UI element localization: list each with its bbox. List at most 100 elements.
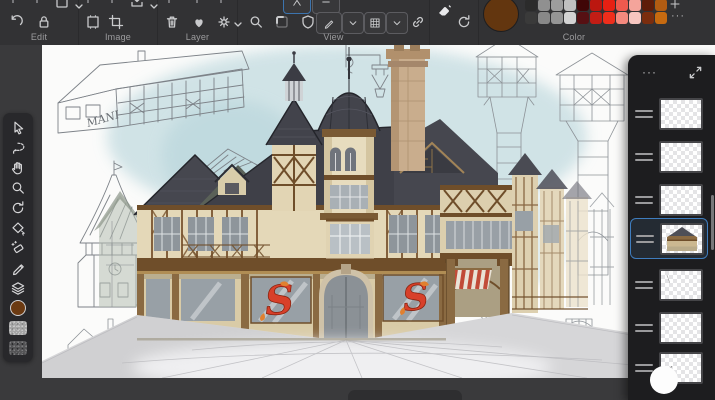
clipped-plus-icon xyxy=(667,0,680,12)
white-color-circle[interactable] xyxy=(650,366,678,394)
mask-icon[interactable] xyxy=(191,14,207,30)
export-icon[interactable] xyxy=(129,0,145,9)
document-frame-icon[interactable] xyxy=(85,14,101,30)
chevron-down-icon[interactable] xyxy=(342,12,364,34)
rotate-tool[interactable] xyxy=(7,198,29,218)
layer-row[interactable] xyxy=(630,180,708,221)
layers-panel-header: ··· xyxy=(628,59,715,89)
color-swatch[interactable] xyxy=(538,0,550,11)
undo-icon[interactable] xyxy=(8,14,24,30)
layer-drag-handle[interactable] xyxy=(635,196,653,208)
chevron-down-icon[interactable] xyxy=(386,12,408,34)
color-swatch[interactable] xyxy=(642,0,654,11)
canvas-artwork: MANI S S xyxy=(42,45,715,378)
color-swatch[interactable] xyxy=(551,12,563,24)
color-swatch[interactable] xyxy=(655,0,667,11)
layer-drag-handle[interactable] xyxy=(635,324,653,336)
layer-drag-handle[interactable] xyxy=(635,281,653,293)
link-icon[interactable] xyxy=(410,14,426,30)
layers-panel: ··· xyxy=(628,55,715,400)
layer-thumbnail[interactable] xyxy=(659,312,703,344)
color-swatch[interactable] xyxy=(7,298,29,318)
color-swatch[interactable] xyxy=(590,12,602,24)
texture-dark-icon xyxy=(9,341,27,355)
lock-icon[interactable] xyxy=(36,14,52,30)
current-color-circle[interactable] xyxy=(483,0,519,32)
history-icon[interactable] xyxy=(456,14,472,30)
layer-thumbnail[interactable] xyxy=(659,184,703,216)
layer-row[interactable] xyxy=(630,137,708,178)
clipped-icon xyxy=(220,0,222,3)
color-swatch[interactable] xyxy=(564,12,576,24)
toolbar-group-label: Edit xyxy=(30,32,48,42)
pencil-tool[interactable] xyxy=(7,258,29,278)
color-swatch[interactable] xyxy=(655,12,667,24)
color-swatch[interactable] xyxy=(538,12,550,24)
layer-row[interactable] xyxy=(630,308,708,349)
color-swatch[interactable] xyxy=(551,0,563,11)
move-tool[interactable] xyxy=(7,118,29,138)
clipped-icon xyxy=(168,0,170,3)
clipped-icon xyxy=(12,0,14,3)
zoom-icon[interactable] xyxy=(248,14,264,30)
zoom-tool[interactable] xyxy=(7,178,29,198)
layer-thumbnail[interactable] xyxy=(660,223,704,255)
panel-scrollbar[interactable] xyxy=(711,195,714,250)
color-swatch[interactable] xyxy=(577,12,589,24)
selected-mode-button[interactable] xyxy=(283,0,311,14)
grid-toggle-icon[interactable] xyxy=(364,12,386,34)
texture-swatch-light[interactable] xyxy=(7,318,29,338)
bottom-bar xyxy=(0,378,715,400)
clipped-icon xyxy=(87,0,89,3)
snap-icon[interactable] xyxy=(274,14,290,30)
canvas[interactable]: MANI S S xyxy=(42,45,715,378)
layer-row[interactable] xyxy=(630,94,708,135)
tool-palette xyxy=(3,113,33,362)
toolbar-group-layer: Layer xyxy=(158,0,242,45)
clipped-icon xyxy=(111,0,113,3)
assistant-shield-icon[interactable] xyxy=(300,14,316,30)
top-toolbar: Edit Image Layer View ··· Color xyxy=(0,0,715,45)
layer-drag-handle[interactable] xyxy=(635,153,653,165)
toolbar-group-misc xyxy=(430,0,479,45)
color-swatch[interactable] xyxy=(629,0,641,11)
toolbar-group-label: Color xyxy=(562,32,586,42)
expand-icon[interactable] xyxy=(688,65,703,80)
color-swatch[interactable] xyxy=(564,0,576,11)
swatch-grid xyxy=(525,0,667,25)
trash-icon[interactable] xyxy=(164,14,180,30)
shape-tool[interactable] xyxy=(7,218,29,238)
layers-more-button[interactable]: ··· xyxy=(642,65,657,79)
color-swatch[interactable] xyxy=(616,0,628,11)
texture-swatch-dark[interactable] xyxy=(7,338,29,358)
eraser-icon[interactable] xyxy=(436,2,452,18)
color-swatch[interactable] xyxy=(642,12,654,24)
layer-thumbnail[interactable] xyxy=(659,141,703,173)
layer-row[interactable] xyxy=(630,218,708,259)
layer-drag-handle[interactable] xyxy=(635,110,653,122)
color-swatch[interactable] xyxy=(603,0,615,11)
layer-drag-handle[interactable] xyxy=(636,235,654,247)
clipboard-icon[interactable] xyxy=(54,0,70,9)
color-swatch[interactable] xyxy=(590,0,602,11)
magic-eraser-tool[interactable] xyxy=(7,238,29,258)
color-swatch[interactable] xyxy=(629,12,641,24)
layer-thumbnail[interactable] xyxy=(659,269,703,301)
color-swatch[interactable] xyxy=(616,12,628,24)
pen-toggle-icon[interactable] xyxy=(316,12,342,34)
color-swatch[interactable] xyxy=(603,12,615,24)
layers-tool[interactable] xyxy=(7,278,29,298)
swatch-row-1 xyxy=(525,0,667,11)
color-swatch[interactable] xyxy=(577,0,589,11)
bottom-panel-handle[interactable] xyxy=(348,390,462,400)
crop-icon[interactable] xyxy=(108,14,124,30)
tool-color-circle xyxy=(10,300,26,316)
layer-row[interactable] xyxy=(630,265,708,306)
swatch-row-2 xyxy=(525,12,667,24)
lasso-tool[interactable] xyxy=(7,138,29,158)
hand-tool[interactable] xyxy=(7,158,29,178)
color-swatch[interactable] xyxy=(525,12,537,24)
color-swatch[interactable] xyxy=(525,0,537,11)
toolbar-group-view: View xyxy=(238,0,430,45)
layer-thumbnail[interactable] xyxy=(659,98,703,130)
